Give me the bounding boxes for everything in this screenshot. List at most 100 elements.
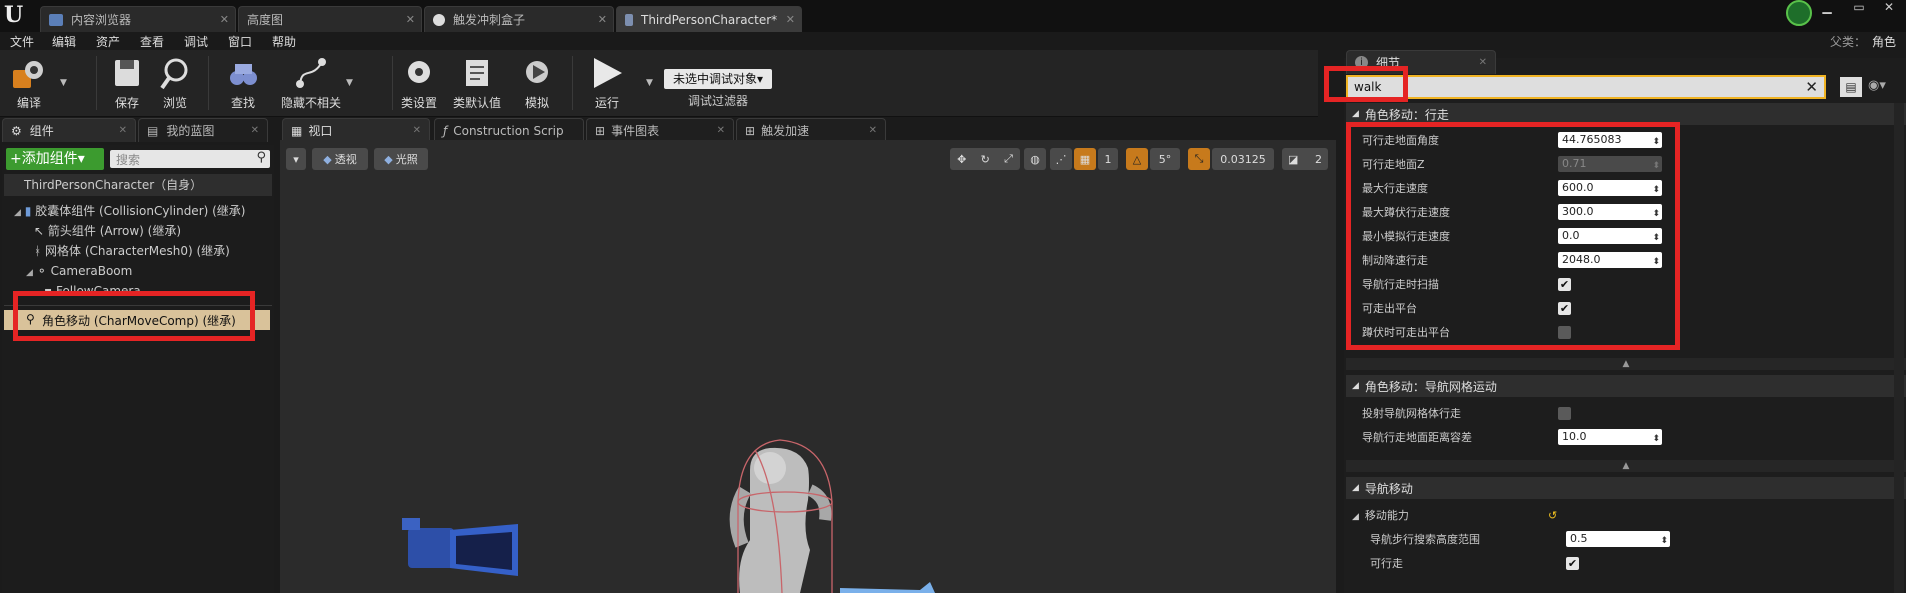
close-icon[interactable]: ✕ xyxy=(717,125,725,136)
category-nav-movement[interactable]: ◢ 导航移动 xyxy=(1346,477,1906,499)
search-icon: ⚲ xyxy=(256,150,266,165)
menu-asset[interactable]: 资产 xyxy=(96,33,120,50)
collapse-arrow-icon[interactable]: ◢ xyxy=(1352,483,1359,493)
project-nav-mesh-walking-checkbox[interactable] xyxy=(1558,406,1571,420)
expand-icon[interactable]: ◢ xyxy=(26,268,33,278)
menu-help[interactable]: 帮助 xyxy=(272,33,296,50)
tree-item-cameraboom[interactable]: ◢ ⚬ CameraBoom xyxy=(26,262,132,280)
translate-icon[interactable]: ✥ xyxy=(957,153,966,166)
run-dropdown-icon[interactable]: ▼ xyxy=(646,78,653,88)
category-nav-mesh-walking[interactable]: ◢ 角色移动：导航网格运动 xyxy=(1346,375,1906,397)
tab-heightmap[interactable]: 高度图 ✕ xyxy=(238,6,422,32)
add-component-button[interactable]: +添加组件▾ xyxy=(6,148,104,170)
browse-button[interactable]: 浏览 xyxy=(148,54,202,112)
tab-event-graph[interactable]: ⊞ 事件图表 ✕ xyxy=(586,118,734,142)
tab-label: 事件图表 xyxy=(611,124,660,138)
perspective-label: 透视 xyxy=(334,153,357,166)
nav-walking-search-height-input[interactable]: 0.5 ⬍ xyxy=(1566,531,1670,547)
perspective-button[interactable]: ◆ 透视 xyxy=(312,148,368,170)
close-icon[interactable]: ✕ xyxy=(869,125,877,136)
details-search-input[interactable]: walk ✕ xyxy=(1346,75,1826,99)
menu-window[interactable]: 窗口 xyxy=(228,33,252,50)
expand-icon[interactable]: ◢ xyxy=(14,208,21,218)
arrow-component-icon: ↖ xyxy=(34,224,45,238)
rotate-icon[interactable]: ↻ xyxy=(981,153,990,166)
grid-snap-icon[interactable]: ▦ xyxy=(1074,148,1096,170)
details-scrollbar[interactable] xyxy=(1894,103,1904,593)
component-root-row[interactable]: ThirdPersonCharacter（自身） xyxy=(4,174,272,196)
tab-trigger-box[interactable]: 触发冲刺盒子 ✕ xyxy=(424,6,614,32)
collapse-arrow-icon[interactable]: ◢ xyxy=(1352,381,1359,391)
close-icon[interactable]: ✕ xyxy=(220,13,229,26)
menu-edit[interactable]: 编辑 xyxy=(52,33,76,50)
save-button[interactable]: 保存 xyxy=(100,54,154,112)
coordinate-space-icon[interactable]: ◍ xyxy=(1024,148,1046,170)
close-icon[interactable]: ✕ xyxy=(251,125,259,136)
highlight-box-search xyxy=(1324,66,1408,102)
compile-button[interactable]: 编译 xyxy=(2,54,56,112)
close-icon[interactable]: ✕ xyxy=(406,13,415,26)
source-control-icon[interactable] xyxy=(1786,0,1812,26)
close-window-icon[interactable]: ✕ xyxy=(1874,0,1904,16)
surface-snap-icon[interactable]: ⋰ xyxy=(1050,148,1072,170)
unreal-logo-icon[interactable]: U xyxy=(4,2,26,28)
scale-snap-value[interactable]: 0.03125 xyxy=(1212,148,1274,170)
class-settings-button[interactable]: 类设置 xyxy=(392,54,446,112)
reset-to-default-icon[interactable]: ↺ xyxy=(1548,509,1557,522)
run-button[interactable]: 运行 xyxy=(580,54,634,112)
can-walk-checkbox[interactable]: ✔ xyxy=(1566,556,1579,570)
viewport-options-dropdown[interactable]: ▾ xyxy=(286,148,306,170)
browse-label: 浏览 xyxy=(162,96,187,110)
close-icon[interactable]: ✕ xyxy=(786,13,795,26)
tab-components[interactable]: ⚙ 组件 ✕ xyxy=(2,118,136,142)
grid-size-value[interactable]: 1 xyxy=(1098,148,1118,170)
tab-viewport[interactable]: ▦ 视口 ✕ xyxy=(282,118,430,142)
property-matrix-icon[interactable]: ▤ xyxy=(1840,77,1862,97)
close-icon[interactable]: ✕ xyxy=(1479,57,1487,68)
scale-icon[interactable]: ⤢ xyxy=(1004,152,1013,166)
rotation-snap-icon[interactable]: △ xyxy=(1126,148,1148,170)
find-button[interactable]: 查找 xyxy=(216,54,270,112)
minimize-icon[interactable]: ▁ xyxy=(1812,0,1842,16)
close-icon[interactable]: ✕ xyxy=(598,13,607,26)
close-icon[interactable]: ✕ xyxy=(413,125,421,136)
collapse-category-icon[interactable]: ▲ xyxy=(1346,460,1906,472)
expand-arrow-icon[interactable]: ◢ xyxy=(1352,512,1359,522)
compile-dropdown-icon[interactable]: ▼ xyxy=(60,78,67,88)
tab-third-person-character[interactable]: ThirdPersonCharacter* ✕ xyxy=(616,6,802,32)
spin-arrows-icon[interactable]: ⬍ xyxy=(1652,431,1660,447)
lit-sphere-icon: ◆ xyxy=(384,152,393,166)
transform-mode-group[interactable]: ✥ ↻ ⤢ xyxy=(950,148,1020,170)
collapse-arrow-icon[interactable]: ◢ xyxy=(1352,109,1359,119)
class-defaults-button[interactable]: 类默认值 xyxy=(450,54,504,112)
parent-class-value[interactable]: 角色 xyxy=(1872,33,1896,50)
menu-debug[interactable]: 调试 xyxy=(184,33,208,50)
tab-construction-script[interactable]: ƒ Construction Scrip xyxy=(434,118,584,142)
close-icon[interactable]: ✕ xyxy=(119,125,127,136)
camera-speed-button[interactable]: ◪ 2 xyxy=(1282,148,1328,170)
debug-target-select[interactable]: 未选中调试对象▾ xyxy=(664,69,772,89)
tree-item-arrow[interactable]: ↖ 箭头组件 (Arrow) (继承) xyxy=(34,222,181,240)
scale-snap-icon[interactable]: ⤡ xyxy=(1188,148,1210,170)
tab-trigger-accelerate[interactable]: ⊞ 触发加速 ✕ xyxy=(736,118,886,142)
menu-file[interactable]: 文件 xyxy=(10,33,34,50)
rotation-snap-value[interactable]: 5° xyxy=(1150,148,1180,170)
view-options-eye-icon[interactable]: ◉▾ xyxy=(1868,78,1886,93)
tree-item-capsule[interactable]: ◢ ▮ 胶囊体组件 (CollisionCylinder) (继承) xyxy=(14,202,246,220)
spin-arrows-icon[interactable]: ⬍ xyxy=(1660,533,1668,549)
save-label: 保存 xyxy=(114,96,139,110)
clear-search-icon[interactable]: ✕ xyxy=(1805,78,1818,96)
component-search-input[interactable]: 搜索 ⚲ xyxy=(110,150,270,168)
hide-unrelated-dropdown-icon[interactable]: ▼ xyxy=(346,78,353,88)
maximize-icon[interactable]: ▭ xyxy=(1844,0,1874,16)
simulate-button[interactable]: 模拟 xyxy=(510,54,564,112)
lit-mode-button[interactable]: ◆ 光照 xyxy=(374,148,428,170)
menu-view[interactable]: 查看 xyxy=(140,33,164,50)
spring-arm-icon: ⚬ xyxy=(36,264,47,278)
tree-item-mesh[interactable]: ᚼ 网格体 (CharacterMesh0) (继承) xyxy=(34,242,230,260)
nav-walking-floor-tolerance-input[interactable]: 10.0 ⬍ xyxy=(1558,429,1662,445)
tab-my-blueprint[interactable]: ▤ 我的蓝图 ✕ xyxy=(138,118,268,142)
hide-unrelated-button[interactable]: 隐藏不相关 xyxy=(276,54,346,112)
tab-content-browser[interactable]: 内容浏览器 ✕ xyxy=(40,6,236,32)
collapse-category-icon[interactable]: ▲ xyxy=(1346,358,1906,370)
